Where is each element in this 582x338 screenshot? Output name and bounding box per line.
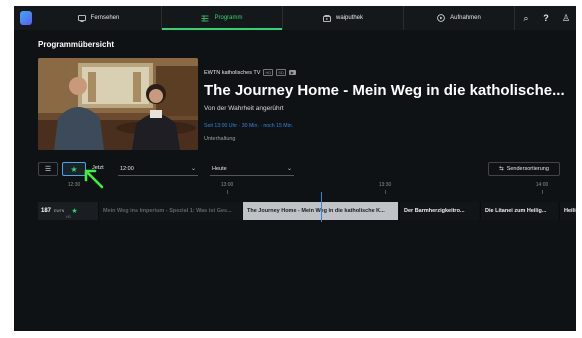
app-window: Fernsehen Programm waiputhek Aufnahmen ⌕… xyxy=(14,6,576,331)
program-cell[interactable]: Der Barmherzigkeitro... xyxy=(399,202,479,220)
help-icon: ? xyxy=(543,13,549,23)
top-nav: Fernsehen Programm waiputhek Aufnahmen ⌕… xyxy=(14,6,576,30)
tv-icon xyxy=(77,14,86,22)
program-thumbnail[interactable] xyxy=(38,58,198,150)
app-logo[interactable] xyxy=(20,11,32,25)
timeline-tick: 14:00 xyxy=(535,182,549,188)
favorite-star-icon[interactable]: ★ xyxy=(71,207,77,215)
library-icon xyxy=(323,14,331,22)
timeline-tick-mark xyxy=(385,190,386,194)
channel-sort-button[interactable]: ⇆ Sendersortierung xyxy=(488,162,560,176)
profile-button[interactable]: ♙ xyxy=(554,6,576,30)
sort-icon: ⇆ xyxy=(499,166,504,172)
channel-name: EWTN katholisches TV HD SD ▶ xyxy=(204,69,296,76)
nav-fernsehen[interactable]: Fernsehen xyxy=(36,6,161,30)
list-icon: ☰ xyxy=(44,166,52,173)
list-view-button[interactable]: ☰ xyxy=(38,162,58,176)
nav-aufnahmen[interactable]: Aufnahmen xyxy=(404,6,514,30)
channel-quality-label: HD xyxy=(66,215,72,219)
search-icon: ⌕ xyxy=(523,12,529,23)
timeline-tick: 13:00 xyxy=(220,182,234,188)
time-select-value: 12:00 xyxy=(120,165,134,172)
program-cell-current[interactable]: The Journey Home - Mein Weg in die katho… xyxy=(242,202,398,220)
program-title: The Journey Home - Mein Weg in die katho… xyxy=(204,82,565,99)
play-badge-icon: ▶ xyxy=(288,70,296,75)
program-guide-icon xyxy=(201,15,209,21)
program-genre: Unterhaltung xyxy=(204,136,236,142)
current-time-indicator xyxy=(321,192,322,222)
nav-waiputhek-label: waiputhek xyxy=(335,15,364,21)
channel-logo: EWTN xyxy=(54,209,65,213)
sd-badge: SD xyxy=(276,69,286,76)
program-cell[interactable]: Mein Weg ins Imperium - Spezial 1: Was i… xyxy=(98,202,242,220)
epg-row: 187 EWTN ★ Mein Weg ins Imperium - Spezi… xyxy=(38,202,576,220)
annotation-arrow-icon xyxy=(84,169,104,189)
time-select[interactable]: 12:00 ⌄ xyxy=(118,162,198,176)
timeline-tick: 13:30 xyxy=(378,182,392,188)
program-cell[interactable]: Die Litanei zum Heilig... xyxy=(480,202,558,220)
nav-programm-label: Programm xyxy=(214,15,243,21)
star-icon: ★ xyxy=(70,164,78,174)
timeline-tick-mark xyxy=(227,190,228,194)
channel-name-text: EWTN katholisches TV xyxy=(204,69,261,76)
record-icon xyxy=(437,14,445,22)
nav-fernsehen-label: Fernsehen xyxy=(90,15,120,21)
hd-badge: HD xyxy=(263,69,274,76)
thumbnail-image xyxy=(38,58,198,150)
nav-waiputhek[interactable]: waiputhek xyxy=(283,6,403,30)
program-time: Seit 13:00 Uhr · 30 Min. · noch 15 Min. xyxy=(204,123,294,129)
day-select[interactable]: Heute ⌄ xyxy=(210,162,294,176)
channel-sort-label: Sendersortierung xyxy=(506,166,549,172)
day-select-value: Heute xyxy=(212,165,227,172)
chevron-down-icon: ⌄ xyxy=(286,166,292,172)
program-cell[interactable]: Heilige M xyxy=(559,202,576,220)
nav-aufnahmen-label: Aufnahmen xyxy=(450,15,481,21)
nav-programm[interactable]: Programm xyxy=(162,6,282,30)
channel-number: 187 xyxy=(41,208,52,214)
program-subtitle: Von der Wahrheit angerührt xyxy=(204,105,284,112)
page-title: Programmübersicht xyxy=(38,40,115,49)
timeline-tick: 12:30 xyxy=(67,182,81,188)
chevron-down-icon: ⌄ xyxy=(190,166,196,172)
user-icon: ♙ xyxy=(561,12,571,23)
timeline-tick-mark xyxy=(542,190,543,194)
